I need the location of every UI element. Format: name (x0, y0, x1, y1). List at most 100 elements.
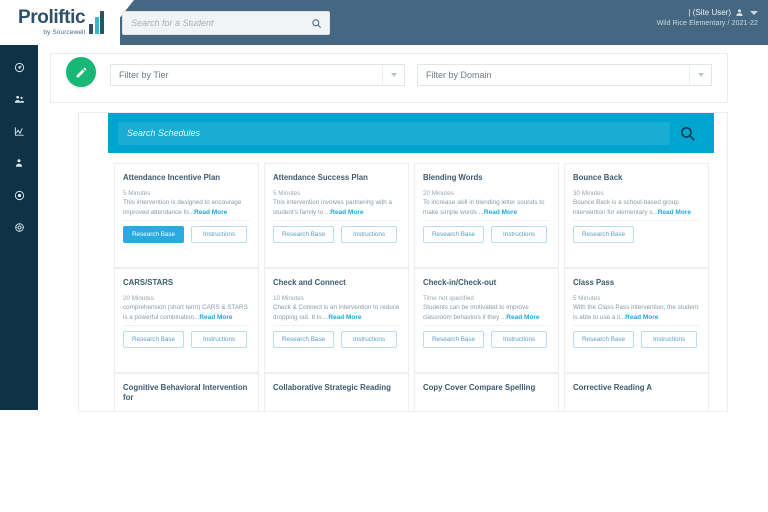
intervention-description: comprehension (short term) CARS & STARS … (123, 303, 250, 322)
sidebar-item-dashboard[interactable] (0, 51, 38, 83)
sidebar-item-groups[interactable] (0, 83, 38, 115)
intervention-duration: 20 Minutes (423, 190, 454, 197)
schedules-search-input[interactable] (118, 121, 670, 145)
instructions-button[interactable]: Instructions (191, 226, 248, 243)
brand-logo[interactable]: Proliftic by Sourcewell (18, 7, 105, 37)
logo-wordmark: Proliftic (18, 7, 86, 28)
read-more-link[interactable]: Read More (199, 314, 232, 321)
sidebar-item-interventions[interactable] (0, 179, 38, 211)
card-actions: Research Base Instructions (273, 226, 398, 243)
pencil-edit-icon (75, 66, 88, 79)
intervention-card[interactable]: Attendance Incentive Plan 5 Minutes This i… (114, 163, 259, 268)
read-more-link[interactable]: Read More (328, 314, 361, 321)
read-more-link[interactable]: Read More (194, 209, 227, 216)
intervention-card[interactable]: Corrective Reading A (564, 373, 709, 411)
card-actions: Research Base Instructions (123, 226, 248, 243)
research-base-button[interactable]: Research Base (573, 331, 635, 348)
research-base-button[interactable]: Research Base (273, 331, 335, 348)
intervention-title: Corrective Reading A (573, 383, 653, 392)
intervention-duration: 5 Minutes (123, 190, 151, 197)
instructions-button[interactable]: Instructions (341, 331, 398, 348)
research-base-button[interactable]: Research Base (273, 226, 335, 243)
intervention-card-grid: Attendance Incentive Plan 5 Minutes This i… (114, 163, 714, 411)
top-header: Proliftic by Sourcewell | (Site User) (0, 0, 768, 45)
read-more-link[interactable]: Read More (625, 314, 658, 321)
intervention-card[interactable]: Cognitive Behavioral Intervention for (114, 373, 259, 411)
search-input[interactable] (123, 18, 303, 28)
filter-by-domain-label: Filter by Domain (426, 70, 492, 80)
intervention-title: Attendance Incentive Plan (123, 173, 221, 182)
user-menu[interactable]: | (Site User) Wild Rice Elementary / 202… (657, 8, 758, 27)
intervention-card[interactable]: Attendance Success Plan 5 Minutes This int… (264, 163, 409, 268)
chevron-down-icon[interactable] (689, 65, 711, 85)
intervention-title: CARS/STARS (123, 278, 174, 287)
chevron-down-icon[interactable] (382, 65, 404, 85)
card-actions: Research Base Instructions (423, 226, 548, 243)
intervention-card[interactable]: Class Pass 5 Minutes With the Class Pass i… (564, 268, 709, 373)
search-icon[interactable] (303, 12, 329, 34)
student-search-box[interactable] (122, 11, 330, 35)
schedules-search-bar (108, 113, 714, 153)
instructions-button[interactable]: Instructions (491, 226, 548, 243)
research-base-button[interactable]: Research Base (423, 226, 485, 243)
logo-bars-icon (89, 10, 105, 34)
intervention-card[interactable]: Copy Cover Compare Spelling (414, 373, 559, 411)
search-icon[interactable] (670, 118, 704, 148)
intervention-duration: 20 Minutes (123, 295, 154, 302)
intervention-duration: 5 Minutes (573, 295, 601, 302)
filter-by-domain-select[interactable]: Filter by Domain (417, 64, 712, 86)
instructions-button[interactable]: Instructions (341, 226, 398, 243)
card-actions: Research Base Instructions (423, 331, 548, 348)
intervention-description: Students can be motivated to improve cla… (423, 303, 550, 322)
intervention-card[interactable]: CARS/STARS 20 Minutes comprehension (short… (114, 268, 259, 373)
research-base-button[interactable]: Research Base (573, 226, 635, 243)
sidebar-item-reports[interactable] (0, 115, 38, 147)
intervention-card[interactable]: Bounce Back 30 Minutes Bounce Back is a sc… (564, 163, 709, 268)
instructions-button[interactable]: Instructions (641, 331, 698, 348)
target-circle-icon (14, 190, 25, 201)
edit-schedule-button[interactable] (66, 57, 96, 87)
intervention-card[interactable]: Blending Words 20 Minutes To increase skil… (414, 163, 559, 268)
sidebar-item-settings[interactable] (0, 211, 38, 243)
intervention-card[interactable]: Check and Connect 10 Minutes Check & Conne… (264, 268, 409, 373)
research-base-button[interactable]: Research Base (123, 226, 185, 243)
user-name-label: | (Site User) (688, 8, 731, 17)
read-more-link[interactable]: Read More (484, 209, 517, 216)
card-divider (273, 220, 400, 221)
intervention-card[interactable]: Collaborative Strategic Reading (264, 373, 409, 411)
intervention-card[interactable]: Check-in/Check-out Time not specified Stud… (414, 268, 559, 373)
chart-line-icon (14, 126, 25, 137)
intervention-title: Collaborative Strategic Reading (273, 383, 391, 392)
read-more-link[interactable]: Read More (330, 209, 363, 216)
read-more-link[interactable]: Read More (506, 314, 539, 321)
filter-by-tier-select[interactable]: Filter by Tier (110, 64, 405, 86)
settings-gear-icon (14, 222, 25, 233)
person-icon (735, 8, 744, 17)
intervention-title: Copy Cover Compare Spelling (423, 383, 536, 392)
instructions-button[interactable]: Instructions (491, 331, 548, 348)
intervention-title: Cognitive Behavioral Intervention for (123, 383, 248, 402)
intervention-duration: 30 Minutes (573, 190, 604, 197)
card-actions: Research Base (573, 226, 635, 243)
intervention-duration: 10 Minutes (273, 295, 304, 302)
intervention-title: Blending Words (423, 173, 483, 182)
card-divider (573, 220, 700, 221)
dashboard-gauge-icon (14, 62, 25, 73)
schedules-panel: Attendance Incentive Plan5 MinutesThis i… (78, 112, 728, 412)
intervention-duration: Time not specified (423, 295, 474, 302)
card-actions: Research Base Instructions (573, 331, 698, 348)
intervention-duration: 5 Minutes (273, 190, 301, 197)
intervention-title: Bounce Back (573, 173, 623, 182)
instructions-button[interactable]: Instructions (191, 331, 248, 348)
intervention-description: This intervention is designed to encoura… (123, 198, 250, 217)
chevron-down-icon[interactable] (750, 10, 758, 15)
research-base-button[interactable]: Research Base (123, 331, 185, 348)
read-more-link[interactable]: Read More (658, 209, 691, 216)
research-base-button[interactable]: Research Base (423, 331, 485, 348)
group-people-icon (14, 94, 25, 105)
card-divider (123, 220, 250, 221)
intervention-title: Check and Connect (273, 278, 346, 287)
intervention-description: To increase skill in blending letter sou… (423, 198, 550, 217)
person-icon (14, 158, 24, 168)
sidebar-item-students[interactable] (0, 147, 38, 179)
